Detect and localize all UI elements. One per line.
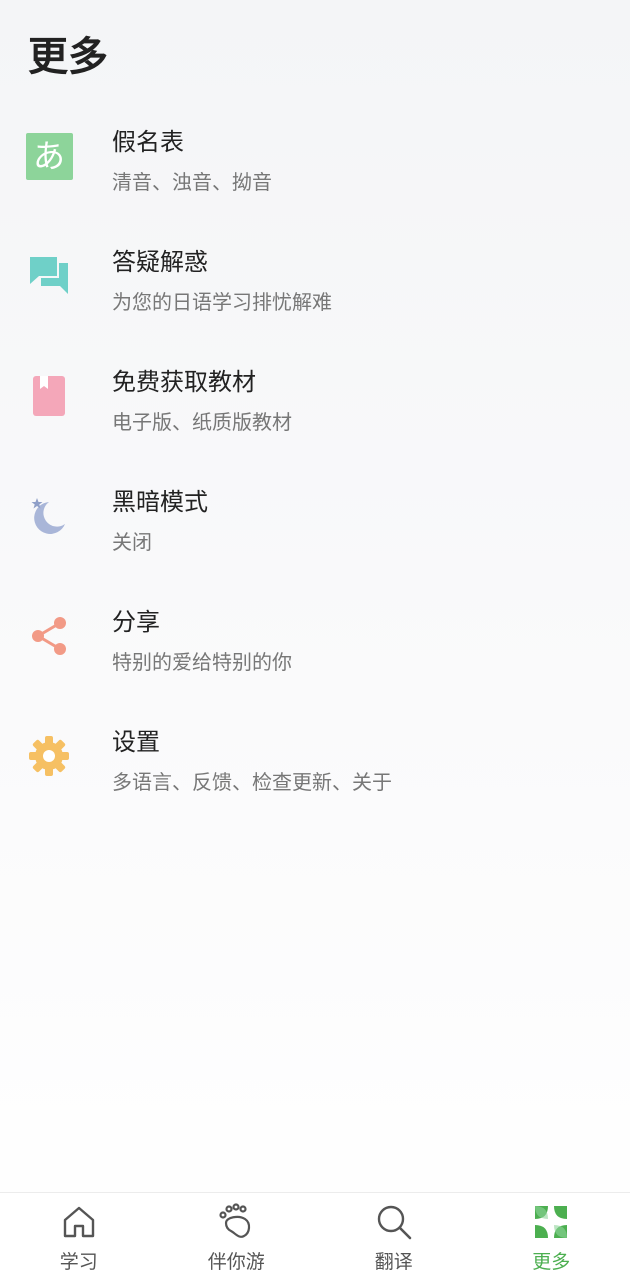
chat-icon: [25, 252, 73, 300]
tab-study[interactable]: 学习: [0, 1193, 158, 1280]
menu-item-dark-mode[interactable]: 黑暗模式 关闭: [0, 460, 630, 580]
dark-mode-status: 关闭: [112, 530, 152, 554]
menu-item-title: 答疑解惑: [112, 248, 208, 276]
tab-label: 翻译: [374, 1251, 413, 1273]
menu-item-kana-table[interactable]: あ 假名表 清音、浊音、拗音: [0, 100, 630, 220]
home-icon: [60, 1203, 98, 1241]
gear-icon: [25, 732, 73, 780]
menu-item-subtitle: 电子版、纸质版教材: [112, 410, 292, 434]
grid-icon: [532, 1203, 570, 1241]
menu-item-title: 黑暗模式: [112, 488, 208, 516]
menu-item-subtitle: 特别的爱给特别的你: [112, 650, 292, 674]
tab-label: 伴你游: [207, 1251, 265, 1273]
moon-icon: [25, 492, 73, 540]
menu-item-title: 免费获取教材: [112, 368, 256, 396]
menu-list: あ 假名表 清音、浊音、拗音 答疑解惑 为您的日语学习排忧解难 免费获取教材 电…: [0, 100, 630, 820]
tab-label: 更多: [532, 1251, 571, 1273]
tab-more[interactable]: 更多: [473, 1193, 630, 1280]
search-icon: [375, 1203, 413, 1241]
tab-travel[interactable]: 伴你游: [158, 1193, 316, 1280]
menu-item-title: 分享: [112, 608, 160, 636]
menu-item-subtitle: 为您的日语学习排忧解难: [112, 290, 332, 314]
menu-item-textbook[interactable]: 免费获取教材 电子版、纸质版教材: [0, 340, 630, 460]
page-title: 更多: [28, 34, 108, 80]
menu-item-subtitle: 清音、浊音、拗音: [112, 170, 272, 194]
book-icon: [25, 372, 73, 420]
menu-item-settings[interactable]: 设置 多语言、反馈、检查更新、关于: [0, 700, 630, 820]
share-icon: [25, 612, 73, 660]
footprint-icon: [217, 1203, 255, 1241]
menu-item-title: 设置: [112, 728, 160, 756]
menu-item-title: 假名表: [112, 128, 184, 156]
bottom-tab-bar: 学习 伴你游 翻译 更多: [0, 1192, 630, 1280]
kana-icon: あ: [25, 132, 73, 180]
menu-item-share[interactable]: 分享 特别的爱给特别的你: [0, 580, 630, 700]
tab-label: 学习: [59, 1251, 98, 1273]
tab-translate[interactable]: 翻译: [315, 1193, 473, 1280]
menu-item-qa[interactable]: 答疑解惑 为您的日语学习排忧解难: [0, 220, 630, 340]
menu-item-subtitle: 多语言、反馈、检查更新、关于: [112, 770, 392, 794]
